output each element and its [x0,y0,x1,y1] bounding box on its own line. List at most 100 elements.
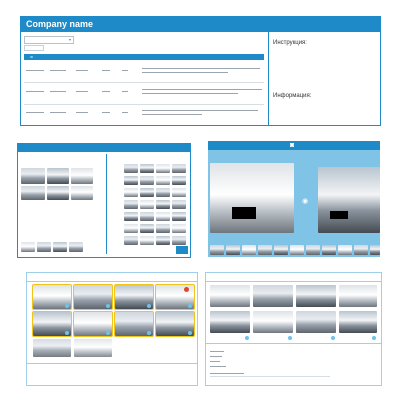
info-dot-icon[interactable] [331,336,335,340]
car-photo[interactable] [69,242,83,252]
grid-photo[interactable] [124,224,138,233]
grid-photo[interactable] [156,212,170,221]
filmstrip-photo[interactable] [290,245,304,255]
grid-photo[interactable] [172,224,186,233]
row-cell-bar [26,91,44,92]
table-row[interactable] [24,87,264,101]
detail-photo[interactable] [210,311,250,333]
instruction-title: Инструкция: [273,40,307,46]
car-photo[interactable] [47,186,69,200]
grid-photo[interactable] [156,200,170,209]
grid-photo[interactable] [172,164,186,173]
filmstrip-photo[interactable] [370,245,380,255]
row-cell-bar [50,112,66,113]
row-cell-bar [26,70,44,71]
info-dot-icon[interactable] [245,336,249,340]
detail-photo[interactable] [253,311,293,333]
panel-company-table: Company name ▾ ID Инструкция: Информация… [20,16,381,126]
car-photo[interactable] [21,186,45,200]
grid-photo[interactable] [140,236,154,245]
grid-photo[interactable] [124,176,138,185]
filmstrip-photo[interactable] [306,245,320,255]
detail-photo[interactable] [339,311,377,333]
car-photo[interactable] [21,242,35,252]
check-icon[interactable] [106,304,110,308]
filter-select[interactable]: ▾ [24,36,74,44]
filter-input[interactable] [24,45,44,51]
grid-photo[interactable] [156,224,170,233]
check-icon[interactable] [188,331,192,335]
field-line [210,373,244,374]
selectable-photo[interactable] [33,339,71,357]
detail-photo[interactable] [339,285,377,307]
filmstrip-photo[interactable] [354,245,368,255]
red-marker-icon[interactable] [184,287,189,292]
large-photo[interactable] [210,163,294,233]
panel-photo-details [205,272,382,386]
grid-photo[interactable] [124,200,138,209]
column-header[interactable]: ID [30,55,33,59]
table-header: ID [24,54,264,60]
grid-photo[interactable] [140,212,154,221]
grid-photo[interactable] [156,236,170,245]
check-icon[interactable] [147,304,151,308]
car-photo[interactable] [53,242,67,252]
grid-photo[interactable] [140,188,154,197]
check-icon[interactable] [106,331,110,335]
grid-photo[interactable] [156,188,170,197]
grid-photo[interactable] [156,164,170,173]
row-text-line [142,110,258,111]
confirm-button[interactable] [176,246,188,254]
grid-photo[interactable] [124,164,138,173]
company-header: Company name [21,17,380,32]
filmstrip-photo[interactable] [322,245,336,255]
grid-photo[interactable] [156,176,170,185]
grid-photo[interactable] [124,236,138,245]
grid-photo[interactable] [172,212,186,221]
section-divider [206,343,381,344]
large-photo-mask [232,207,256,219]
detail-photo[interactable] [210,285,250,307]
car-photo[interactable] [47,168,69,184]
detail-photo[interactable] [296,311,336,333]
detail-photo[interactable] [253,285,293,307]
grid-photo[interactable] [124,188,138,197]
check-icon[interactable] [147,331,151,335]
filmstrip-photo[interactable] [210,245,224,255]
grid-photo[interactable] [140,176,154,185]
detail-photo[interactable] [296,285,336,307]
filmstrip-photo[interactable] [274,245,288,255]
row-cell-bar [76,112,88,113]
grid-photo[interactable] [140,224,154,233]
row-cell-bar [26,112,44,113]
filmstrip-photo[interactable] [226,245,240,255]
car-photo[interactable] [71,168,93,184]
info-dot-icon[interactable] [288,336,292,340]
row-cell-bar [50,91,66,92]
car-photo[interactable] [37,242,51,252]
car-photo[interactable] [21,168,45,184]
row-text-line [142,68,260,69]
large-photo[interactable] [318,167,380,233]
grid-photo[interactable] [172,236,186,245]
grid-photo[interactable] [124,212,138,221]
selectable-photo[interactable] [74,339,112,357]
table-row[interactable] [24,108,264,122]
car-photo[interactable] [71,186,93,200]
grid-photo[interactable] [140,200,154,209]
table-row[interactable] [24,66,264,80]
check-icon[interactable] [188,304,192,308]
grid-photo[interactable] [172,200,186,209]
grid-photo[interactable] [172,176,186,185]
info-dot-icon[interactable] [372,336,376,340]
camera-icon[interactable]: ◙ [290,141,294,150]
filmstrip-photo[interactable] [258,245,272,255]
row-cell-bar [50,70,66,71]
filmstrip-photo[interactable] [242,245,256,255]
filmstrip-photo[interactable] [338,245,352,255]
check-icon[interactable] [65,304,69,308]
grid-photo[interactable] [140,164,154,173]
grid-photo[interactable] [172,188,186,197]
zoom-icon[interactable]: ◉ [302,197,308,205]
check-icon[interactable] [65,331,69,335]
